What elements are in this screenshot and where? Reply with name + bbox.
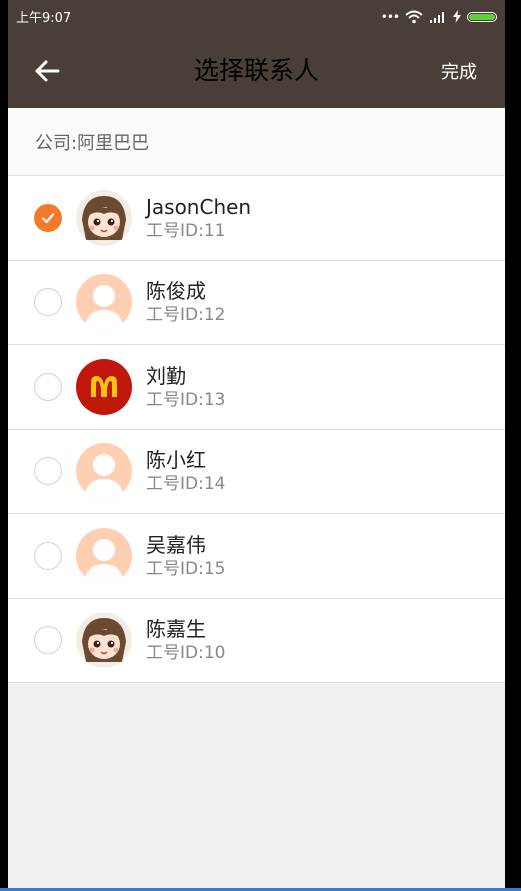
signal-dots: ••• [380,9,400,24]
unchecked-radio-icon[interactable] [34,372,62,401]
contact-row[interactable]: 刘勤 工号ID:13 [8,345,505,430]
contact-info: 吴嘉伟 工号ID:15 [146,532,225,580]
contact-info: 陈小红 工号ID:14 [146,447,225,495]
contact-row[interactable]: JasonChen 工号ID:11 [8,176,505,261]
contact-employee-id: 工号ID:14 [146,474,226,495]
back-arrow-icon [35,60,60,81]
contact-row[interactable]: 陈嘉生 工号ID:10 [8,599,505,683]
contact-info: JasonChen 工号ID:11 [146,194,251,242]
contact-name: 吴嘉伟 [146,532,206,557]
battery-icon [467,11,497,22]
contact-info: 陈嘉生 工号ID:10 [146,616,225,664]
contact-name: 陈嘉生 [146,617,206,642]
checked-radio-icon[interactable] [34,203,62,232]
company-label: 公司:阿里巴巴 [8,108,505,176]
contact-employee-id: 工号ID:11 [146,220,226,241]
done-button[interactable]: 完成 [441,58,477,84]
default-person-icon [76,443,132,500]
contact-picker-screen: 上午9:07 ••• 完成 选择联系人 公司:阿里巴巴 JasonChen 工号I… [8,0,505,889]
unchecked-radio-icon[interactable] [34,626,62,655]
unchecked-radio-icon[interactable] [34,541,62,570]
default-person-icon [76,274,132,331]
contact-info: 刘勤 工号ID:13 [146,363,225,411]
default-person-icon [76,527,132,584]
unchecked-radio-icon[interactable] [34,288,62,317]
anime-girl-icon [76,189,132,246]
cell-signal-icon [430,11,444,23]
toolbar: 完成 [8,33,505,108]
anime-girl-icon [76,612,132,669]
status-bar: 上午9:07 ••• [8,0,505,33]
contact-row[interactable]: 陈俊成 工号ID:12 [8,261,505,345]
status-icons: ••• [381,10,497,24]
charging-icon [453,10,461,23]
contact-name: 刘勤 [146,363,186,388]
mcdonalds-logo-icon [76,358,132,415]
unchecked-radio-icon[interactable] [34,457,62,486]
contact-row[interactable]: 吴嘉伟 工号ID:15 [8,514,505,599]
contact-employee-id: 工号ID:12 [146,305,226,326]
contact-employee-id: 工号ID:15 [146,558,226,579]
contact-name: JasonChen [146,194,252,219]
contact-list: JasonChen 工号ID:11 陈俊成 工号ID:12 刘勤 工号ID:13 陈小红 工号… [8,176,505,683]
wifi-icon [405,10,423,23]
contact-employee-id: 工号ID:10 [146,643,226,664]
contact-row[interactable]: 陈小红 工号ID:14 [8,430,505,514]
contact-name: 陈小红 [146,448,206,473]
contact-name: 陈俊成 [146,279,206,304]
contact-employee-id: 工号ID:13 [146,389,226,410]
status-time: 上午9:07 [16,11,72,26]
back-button[interactable] [34,57,62,85]
contact-info: 陈俊成 工号ID:12 [146,278,225,326]
